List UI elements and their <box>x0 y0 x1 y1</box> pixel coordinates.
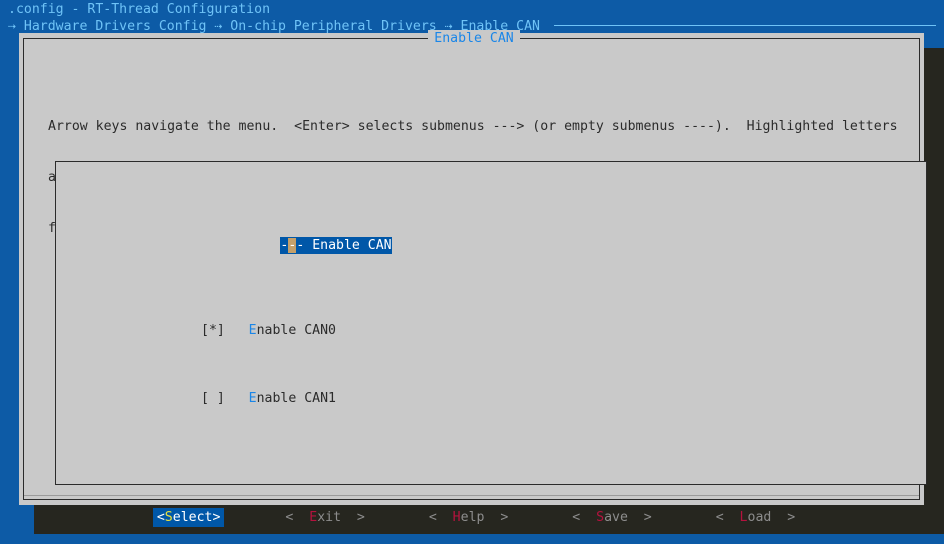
load-button[interactable]: < Load > <box>713 508 798 527</box>
load-close-bracket: > <box>771 509 796 525</box>
select-close-bracket: > <box>212 509 221 525</box>
exit-button[interactable]: < Exit > <box>282 508 367 527</box>
exit-open-bracket: < <box>285 509 310 525</box>
menu-row-wrapper-0: --- Enable CAN <box>201 220 392 271</box>
config-title: .config - RT-Thread Configuration <box>8 2 271 17</box>
menu-item-enable-can0[interactable]: [*] Enable CAN0 <box>201 322 392 339</box>
help-close-bracket: > <box>484 509 509 525</box>
menuconfig-dialog: Enable CAN Arrow keys navigate the menu.… <box>19 29 927 527</box>
exit-close-bracket: > <box>341 509 365 525</box>
menu-item-hotkey-can0: E <box>248 323 257 338</box>
menu-item-label-can1: nable CAN1 <box>256 391 336 406</box>
select-hotkey: S <box>164 509 173 525</box>
button-bar: <Select> < Exit > < Help > < Save > < Lo… <box>19 507 924 527</box>
menu-item-label: Enable CAN <box>312 238 392 253</box>
load-open-bracket: < <box>715 509 740 525</box>
help-hotkey: H <box>452 509 461 525</box>
select-button[interactable]: <Select> <box>152 507 225 527</box>
menu-item-checkbox-can1: [ ] <box>201 391 249 406</box>
help-button[interactable]: < Help > <box>426 508 511 527</box>
terminal-screen: .config - RT-Thread Configuration ⇢ Hard… <box>0 0 944 544</box>
menu-item-hotkey-can1: E <box>248 391 257 406</box>
title-rule-left <box>27 37 423 39</box>
select-rest: elect <box>172 509 213 525</box>
menu-item-enable-can1[interactable]: [ ] Enable CAN1 <box>201 390 392 407</box>
help-rest: elp <box>460 509 485 525</box>
menu-item-enable-can[interactable]: --- Enable CAN <box>280 237 392 254</box>
menu-item-prefix-tail: - <box>296 238 313 253</box>
exit-rest: xit <box>317 509 342 525</box>
title-rule-right <box>525 37 916 39</box>
menu-list[interactable]: --- Enable CAN [*] Enable CAN0 [ ] Enabl… <box>55 161 927 485</box>
save-button[interactable]: < Save > <box>569 508 654 527</box>
menu-item-label-can0: nable CAN0 <box>256 323 336 338</box>
save-rest: ave <box>604 509 628 525</box>
help-open-bracket: < <box>428 509 453 525</box>
dialog-title-bar: Enable CAN <box>19 29 924 47</box>
menu-item-checkbox-can0: [*] <box>201 323 249 338</box>
select-open-bracket: < <box>156 509 165 525</box>
dialog-title: Enable CAN <box>428 29 520 47</box>
button-separator <box>24 495 919 496</box>
save-open-bracket: < <box>572 509 597 525</box>
breadcrumb-rule <box>554 25 936 26</box>
menu-rows: --- Enable CAN [*] Enable CAN0 [ ] Enabl… <box>201 169 392 458</box>
exit-hotkey: E <box>309 509 318 525</box>
save-close-bracket: > <box>627 509 652 525</box>
help-line-1: Arrow keys navigate the menu. <Enter> se… <box>48 119 898 134</box>
load-rest: oad <box>747 509 772 525</box>
save-hotkey: S <box>596 509 605 525</box>
load-hotkey: L <box>739 509 748 525</box>
